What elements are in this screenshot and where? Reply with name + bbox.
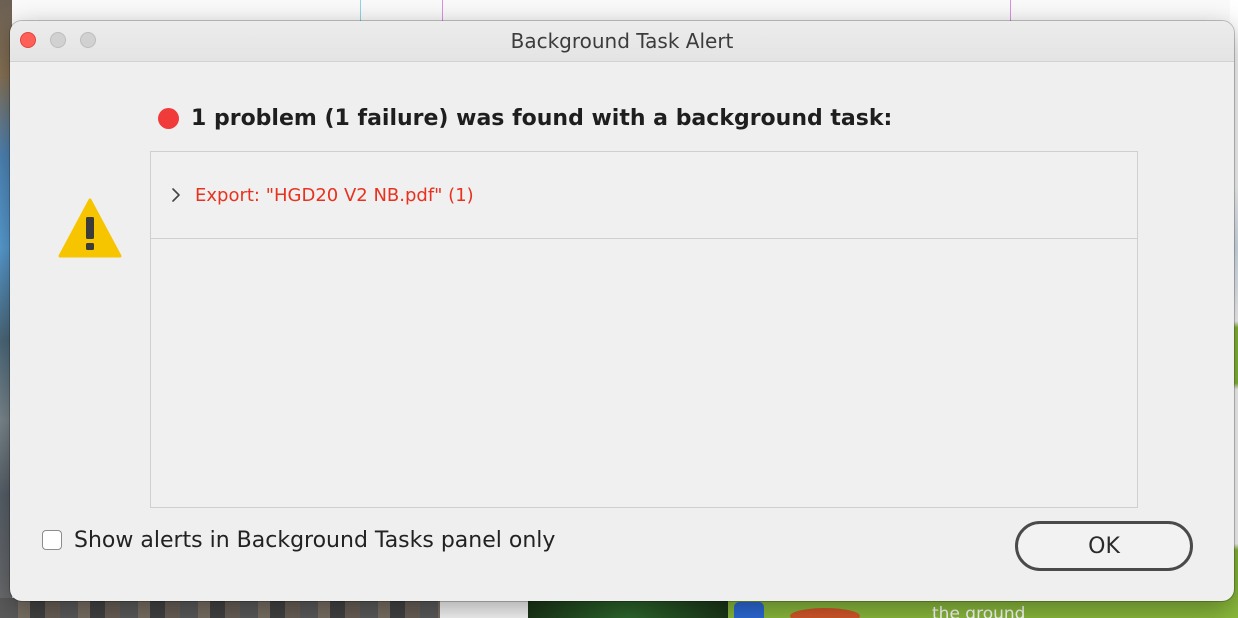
link-icon [734,602,764,618]
background-bottom-strip: the ground [0,598,1238,618]
chevron-right-icon[interactable] [171,187,181,203]
show-alerts-option[interactable]: Show alerts in Background Tasks panel on… [42,523,555,557]
problem-list[interactable]: Export: "HGD20 V2 NB.pdf" (1) [150,151,1138,508]
background-text: the ground [932,604,1026,618]
ok-button[interactable]: OK [1015,521,1193,571]
alert-headline: 1 problem (1 failure) was found with a b… [158,101,892,135]
show-alerts-label: Show alerts in Background Tasks panel on… [74,527,556,553]
problem-row-export[interactable]: Export: "HGD20 V2 NB.pdf" (1) [151,152,1137,239]
headline-text: 1 problem (1 failure) was found with a b… [191,105,893,131]
window-title: Background Task Alert [510,29,734,53]
warning-triangle-icon [58,197,122,259]
background-task-alert-dialog: Background Task Alert 1 problem (1 failu… [10,21,1234,601]
title-bar[interactable]: Background Task Alert [10,21,1234,62]
show-alerts-checkbox[interactable] [42,530,62,550]
red-dot-icon [158,107,179,129]
problem-label: Export: "HGD20 V2 NB.pdf" (1) [195,184,474,206]
